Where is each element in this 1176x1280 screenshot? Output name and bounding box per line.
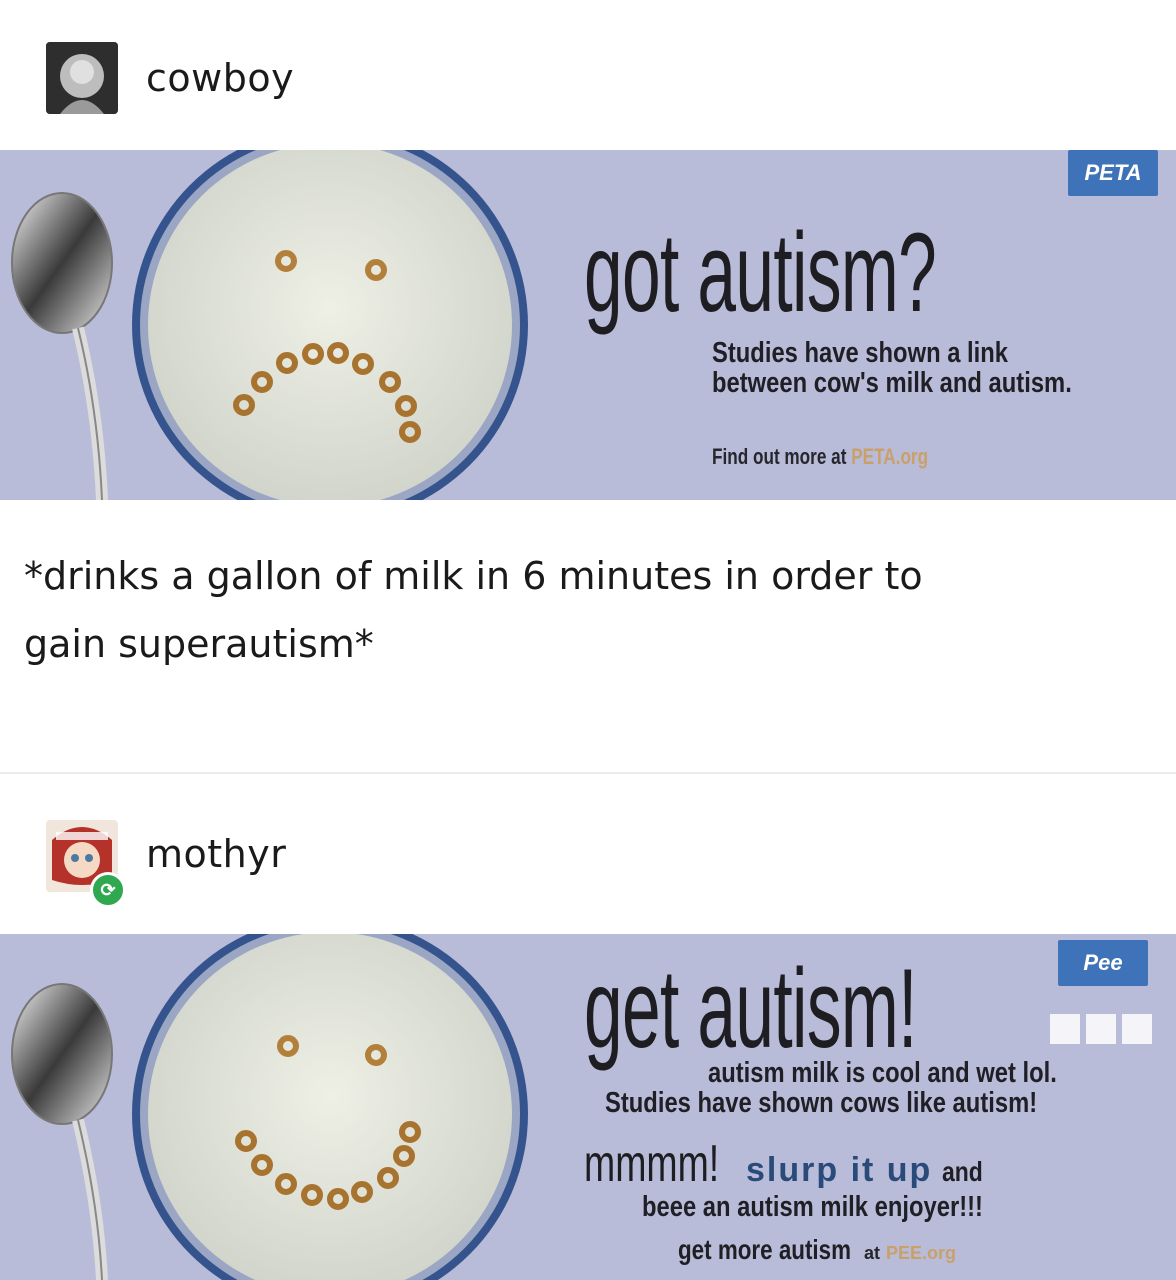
avatar[interactable]: [46, 42, 118, 114]
ad-headline: got autism?: [584, 210, 937, 335]
caption-line2: gain superautism*: [24, 622, 374, 667]
ad-body-line2: between cow's milk and autism.: [712, 367, 1072, 399]
avatar-image: [46, 42, 118, 114]
post2-header: ⟳ mothyr: [0, 808, 1176, 908]
pee-badge: Pee: [1058, 940, 1148, 986]
post2-username[interactable]: mothyr: [146, 832, 286, 876]
ad-line3: mmmm! slurp it up and: [584, 1134, 992, 1194]
ad-line1: autism milk is cool and wet lol.: [708, 1057, 1057, 1089]
ad-line3-a: mmmm!: [584, 1135, 720, 1193]
ad-line2: Studies have shown cows like autism!: [605, 1087, 1038, 1119]
post2-ad-image: Pee get autism! autism milk is cool and …: [0, 934, 1176, 1280]
ad-headline: get autism!: [584, 946, 917, 1071]
reblog-icon: ⟳: [90, 872, 126, 908]
ad-footer-b: at: [864, 1243, 881, 1263]
peta-badge: PETA: [1068, 150, 1158, 196]
caption-line1: *drinks a gallon of milk in 6 minutes in…: [24, 554, 923, 598]
ad-body-line1: Studies have shown a link: [712, 337, 1009, 369]
ad-line3-c: and: [942, 1156, 984, 1187]
spoon-icon: [11, 192, 113, 334]
ad-footer: Find out more at PETA.org: [712, 444, 928, 470]
post-divider: [0, 772, 1176, 774]
ad-line4: beee an autism milk enjoyer!!!: [642, 1191, 983, 1223]
post1-ad-image: PETA got autism? Studies have shown a li…: [0, 150, 1176, 500]
post1-caption: *drinks a gallon of milk in 6 minutes in…: [24, 542, 1154, 679]
post1-username[interactable]: cowboy: [146, 56, 294, 100]
ad-footer: get more autism at PEE.org: [678, 1234, 956, 1266]
post1-header: cowboy: [0, 30, 1176, 130]
ad-footer-link: PEE.org: [886, 1243, 957, 1263]
spoon-icon: [11, 983, 113, 1125]
ad-footer-link: PETA.org: [851, 444, 929, 469]
ad-footer-prefix: Find out more at: [712, 444, 847, 469]
ad-line3-b: slurp it up: [746, 1151, 933, 1189]
ad-footer-a: get more autism: [678, 1234, 852, 1265]
